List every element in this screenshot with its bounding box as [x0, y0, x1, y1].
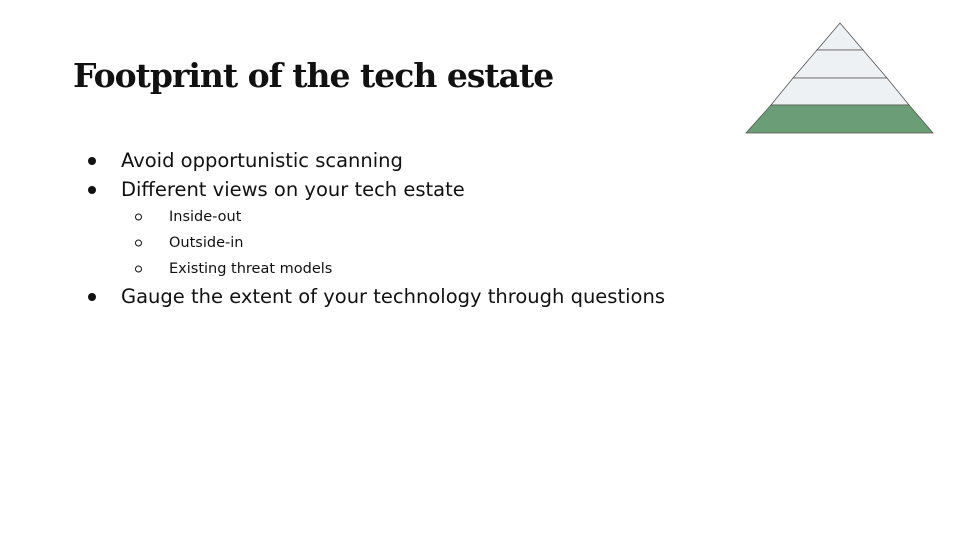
bullet-circle-icon: [135, 239, 142, 247]
bullet-dot-icon: [88, 156, 96, 165]
pyramid-layer-3: [770, 77, 910, 106]
bullet-item: Avoid opportunistic scanning: [0, 146, 900, 175]
slide: Footprint of the tech estate Avoid oppor…: [0, 0, 960, 540]
bullet-text: Gauge the extent of your technology thro…: [121, 285, 665, 308]
bullet-text: Avoid opportunistic scanning: [121, 149, 403, 172]
bullet-dot-icon: [88, 185, 96, 194]
sub-bullet-text: Inside-out: [169, 209, 242, 225]
sub-bullet-item: Outside-in: [0, 230, 900, 256]
sub-bullet-text: Existing threat models: [169, 261, 333, 277]
bullet-item: Different views on your tech estate: [0, 175, 900, 204]
sub-bullet-item: Existing threat models: [0, 256, 900, 282]
bullet-text: Different views on your tech estate: [121, 178, 465, 201]
bullet-list: Avoid opportunistic scanning Different v…: [0, 146, 900, 311]
pyramid-layer-1: [816, 22, 864, 51]
pyramid-diagram: [745, 22, 934, 134]
slide-title: Footprint of the tech estate: [73, 56, 554, 95]
bullet-dot-icon: [88, 292, 96, 301]
bullet-circle-icon: [135, 265, 142, 273]
pyramid-layer-2: [792, 49, 888, 79]
bullet-circle-icon: [135, 213, 142, 221]
bullet-item: Gauge the extent of your technology thro…: [0, 282, 900, 311]
sub-bullet-text: Outside-in: [169, 235, 244, 251]
pyramid-layer-4-highlighted: [745, 104, 934, 134]
sub-bullet-item: Inside-out: [0, 204, 900, 230]
